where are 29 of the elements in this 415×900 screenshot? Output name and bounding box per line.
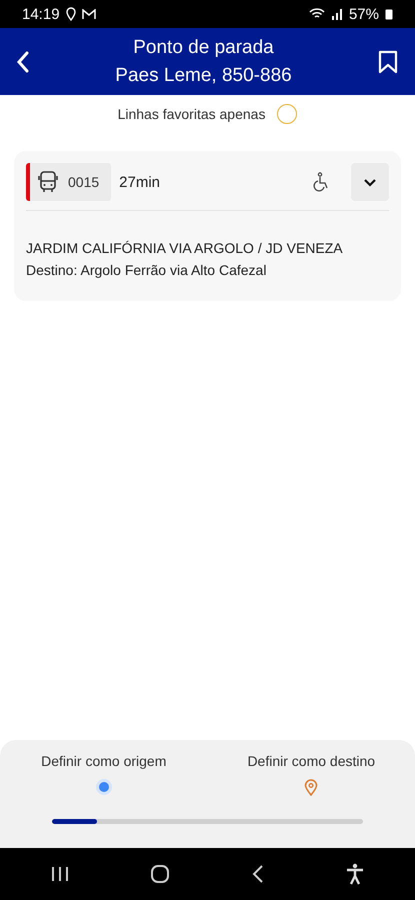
favorites-label: Linhas favoritas apenas (118, 106, 266, 122)
location-icon (66, 7, 76, 21)
header-subtitle: Paes Leme, 850-886 (115, 64, 292, 88)
home-button[interactable] (151, 865, 170, 883)
arrival-time: 27min (119, 174, 162, 190)
wifi-icon (308, 8, 325, 20)
location-dot-icon (96, 779, 112, 795)
route-name: JARDIM CALIFÓRNIA VIA ARGOLO / JD VENEZA (26, 239, 344, 258)
accessibility-button[interactable] (346, 863, 364, 885)
map-pin-icon (304, 779, 318, 796)
route-chip[interactable]: 0015 (26, 163, 112, 201)
expand-button[interactable] (351, 163, 389, 201)
signal-icon (330, 8, 343, 20)
back-nav-button[interactable] (252, 865, 264, 883)
favorites-toggle[interactable] (277, 104, 298, 124)
recents-button[interactable] (51, 866, 70, 882)
route-destination: Destino: Argolo Ferrão via Alto Cafezal (26, 261, 268, 280)
destination-button[interactable]: Definir como destino (208, 752, 415, 797)
battery-icon (385, 8, 393, 20)
battery-level: 57% (348, 6, 379, 22)
bus-icon (38, 171, 58, 193)
origin-button[interactable]: Definir como origem (0, 752, 208, 797)
header-title: Ponto de parada (133, 36, 274, 60)
back-button[interactable] (16, 50, 30, 74)
bookmark-button[interactable] (377, 50, 399, 74)
clock-time: 14:19 (22, 6, 60, 22)
route-number: 0015 (68, 174, 100, 190)
mail-icon (82, 8, 96, 20)
chevron-icon (363, 177, 377, 187)
